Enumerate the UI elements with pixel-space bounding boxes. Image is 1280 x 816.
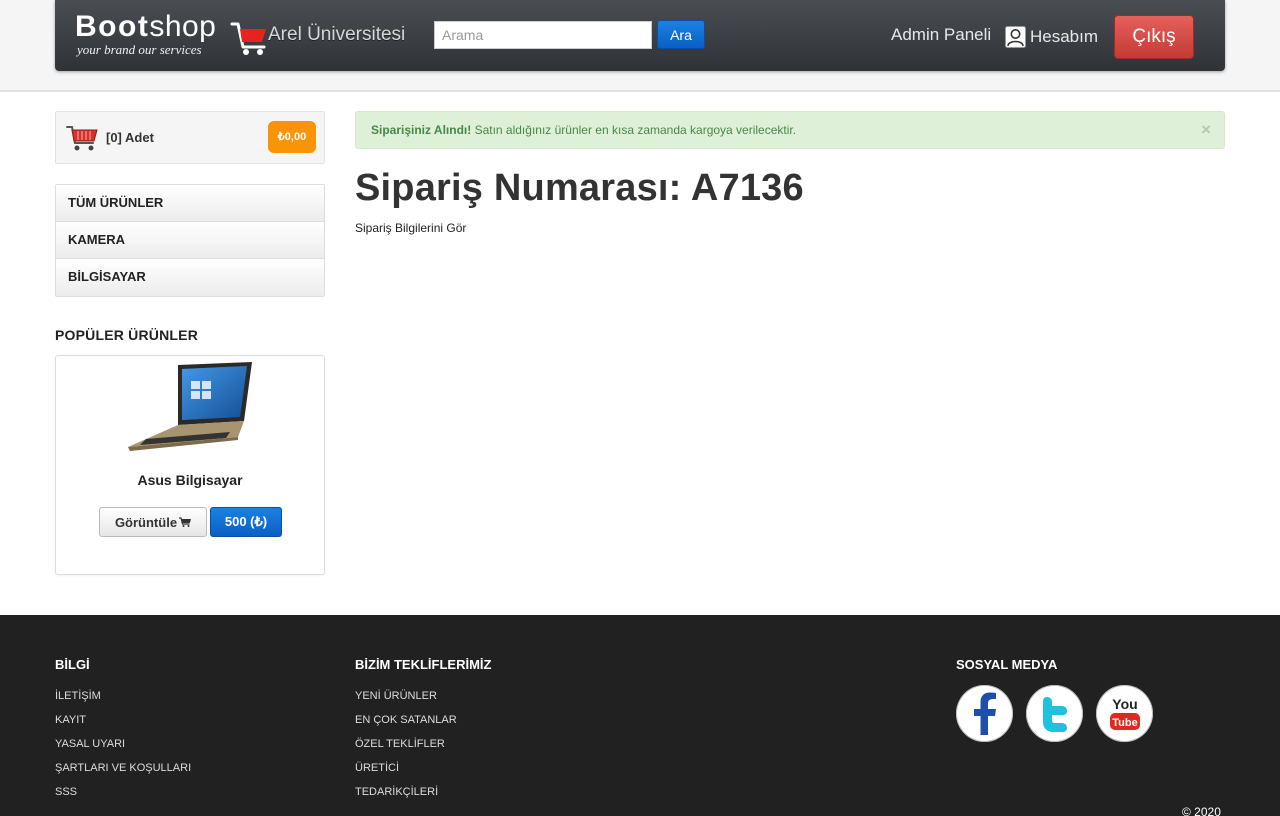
footer-offers-title: BİZİM TEKLİFLERİMİZ — [355, 657, 492, 672]
brand-logo[interactable]: Bootshop your brand our services — [75, 10, 235, 62]
order-number-heading: Sipariş Numarası: A7136 — [355, 167, 804, 209]
site-name: Arel Üniversitesi — [268, 24, 406, 45]
svg-text:You: You — [1112, 696, 1137, 712]
product-card: Asus Bilgisayar Görüntüle 500 (₺) — [55, 355, 325, 575]
social-links: You Tube — [956, 685, 1153, 742]
footer-link-manufacturer[interactable]: ÜRETİCİ — [355, 761, 457, 785]
brand-name-light: shop — [149, 10, 217, 43]
shopping-cart-icon — [230, 22, 266, 55]
twitter-icon[interactable] — [1026, 685, 1083, 742]
mini-cart[interactable]: [0] Adet ₺0,00 — [55, 111, 325, 164]
footer-info-links: İLETİŞİM KAYIT YASAL UYARI ŞARTLARI VE K… — [55, 689, 191, 809]
youtube-icon[interactable]: You Tube — [1096, 685, 1153, 742]
footer-link-faq[interactable]: SSS — [55, 785, 191, 809]
close-icon[interactable]: × — [1201, 112, 1211, 148]
search-button[interactable]: Ara — [657, 20, 705, 49]
logout-button[interactable]: Çıkış — [1114, 15, 1194, 59]
user-icon — [1005, 26, 1026, 48]
cart-item-count: [0] Adet — [106, 130, 154, 145]
category-item-camera[interactable]: KAMERA — [56, 222, 324, 259]
footer-link-contact[interactable]: İLETİŞİM — [55, 689, 191, 713]
navbar: Bootshop your brand our services Arel Ün… — [55, 0, 1225, 71]
category-item-computer[interactable]: BİLGİSAYAR — [56, 259, 324, 296]
product-name[interactable]: Asus Bilgisayar — [56, 472, 324, 488]
brand-tagline: your brand our services — [77, 42, 202, 57]
success-alert: Siparişiniz Alındı! Satın aldığınız ürün… — [355, 111, 1225, 149]
svg-text:Tube: Tube — [1112, 717, 1137, 729]
account-link-label: Hesabım — [1030, 27, 1099, 46]
copyright-text: © 2020 — [1182, 805, 1221, 816]
footer-link-best-sellers[interactable]: EN ÇOK SATANLAR — [355, 713, 457, 737]
footer-link-new-products[interactable]: YENİ ÜRÜNLER — [355, 689, 457, 713]
footer-link-suppliers[interactable]: TEDARİKÇİLERİ — [355, 785, 457, 809]
account-link[interactable]: Hesabım — [1005, 25, 1098, 49]
category-menu: TÜM ÜRÜNLER KAMERA BİLGİSAYAR — [55, 184, 325, 297]
footer: BİLGİ İLETİŞİM KAYIT YASAL UYARI ŞARTLAR… — [0, 615, 1280, 816]
basket-icon — [66, 126, 98, 151]
footer-offers-links: YENİ ÜRÜNLER EN ÇOK SATANLAR ÖZEL TEKLİF… — [355, 689, 457, 809]
view-product-label: Görüntüle — [114, 514, 178, 530]
popular-products-title: POPÜLER ÜRÜNLER — [55, 327, 199, 343]
view-product-button[interactable]: Görüntüle — [99, 507, 207, 537]
add-to-cart-price-button[interactable]: 500 (₺) — [210, 507, 282, 537]
cart-icon — [179, 517, 192, 527]
admin-panel-link[interactable]: Admin Paneli — [891, 25, 991, 45]
view-order-details-link[interactable]: Sipariş Bilgilerini Gör — [355, 221, 466, 235]
laptop-image[interactable] — [126, 359, 256, 454]
facebook-icon[interactable] — [956, 685, 1013, 742]
footer-link-register[interactable]: KAYIT — [55, 713, 191, 737]
footer-link-terms[interactable]: ŞARTLARI VE KOŞULLARI — [55, 761, 191, 785]
footer-social-title: SOSYAL MEDYA — [956, 657, 1058, 672]
brand-name-bold: Boot — [75, 10, 150, 43]
alert-title: Siparişiniz Alındı! — [371, 123, 472, 137]
footer-link-special-offers[interactable]: ÖZEL TEKLİFLER — [355, 737, 457, 761]
search-input[interactable] — [434, 21, 652, 49]
footer-info-title: BİLGİ — [55, 657, 90, 672]
category-item-all-products[interactable]: TÜM ÜRÜNLER — [56, 185, 324, 222]
footer-link-legal[interactable]: YASAL UYARI — [55, 737, 191, 761]
cart-total-badge: ₺0,00 — [268, 121, 316, 153]
alert-message: Satın aldığınız ürünler en kısa zamanda … — [471, 123, 797, 137]
